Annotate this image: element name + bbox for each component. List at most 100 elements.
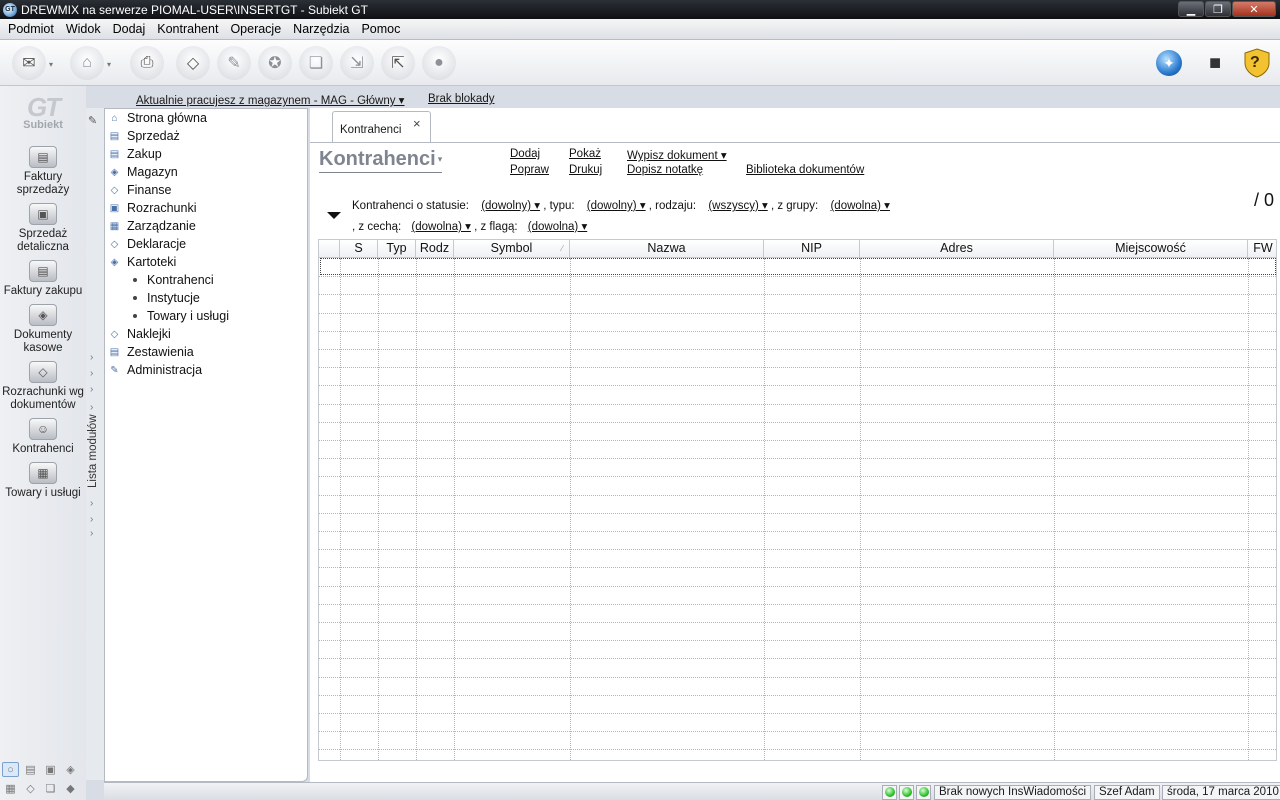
column-header-rodz[interactable]: Rodz [416,240,454,258]
envelope-dropdown-icon[interactable]: ▾ [49,60,53,69]
pin-icon[interactable]: ✎ [88,114,97,127]
menu-operacje[interactable]: Operacje [224,22,287,36]
module-finanse[interactable]: ◇ Finanse [107,181,172,199]
column-header-typ[interactable]: Typ [378,240,416,258]
selected-empty-row[interactable] [320,258,1276,275]
note-icon[interactable]: ✎ [217,46,251,80]
module-naklejki[interactable]: ◇ Naklejki [107,325,171,343]
row-line [319,677,1276,678]
chevron-right-icon[interactable]: › [90,352,93,363]
minimize-button[interactable]: ▁ [1178,1,1204,17]
column-header[interactable] [319,240,340,258]
contractors-table[interactable]: S Typ Rodz Symbol ⁄ Nazwa NIP Adres Miejs… [318,239,1277,761]
column-header-adres[interactable]: Adres [860,240,1054,258]
module-kartoteki[interactable]: ◈ Kartoteki [107,253,177,271]
write-document-button[interactable]: Wypisz dokument ▾ [627,148,727,162]
rail-item-dokumenty-kasowe[interactable]: ◈ Dokumenty kasowe [0,304,86,355]
module-administracja[interactable]: ✎ Administracja [107,361,202,379]
eraser-icon[interactable]: ◇ [176,46,210,80]
messages-status[interactable]: Brak nowych InsWiadomości [934,785,1091,800]
menu-podmiot[interactable]: Podmiot [2,22,60,36]
lock-link[interactable]: Brak blokady [428,93,494,105]
menu-pomoc[interactable]: Pomoc [355,22,406,36]
view-mode-icon[interactable]: ▦ [2,781,19,796]
printer-icon[interactable]: ⎙ [130,46,164,80]
filter-feature-select[interactable]: (dowolna) ▾ [411,221,470,233]
module-list-strip[interactable]: ✎ › › › › › › › Lista modułów [86,108,104,780]
chevron-right-icon[interactable]: › [90,368,93,379]
module-zakup[interactable]: ▤ Zakup [107,145,162,163]
print-button[interactable]: Drukuj [569,164,602,176]
filter-group-select[interactable]: (dowolna) ▾ [830,200,889,212]
menu-widok[interactable]: Widok [60,22,107,36]
tab-kontrahenci[interactable]: Kontrahenci × [332,111,431,143]
menu-narzedzia[interactable]: Narzędzia [287,22,355,36]
menu-dodaj[interactable]: Dodaj [107,22,152,36]
rail-item-rozrachunki[interactable]: ◇ Rozrachunki wg dokumentów [0,361,86,412]
cube-icon[interactable]: ■ [1198,46,1232,80]
view-mode-icon[interactable]: ▣ [42,762,59,777]
menu-kontrahent[interactable]: Kontrahent [151,22,224,36]
module-zestawienia[interactable]: ▤ Zestawienia [107,343,194,361]
stamp-icon[interactable]: ✪ [258,46,292,80]
add-button[interactable]: Dodaj [510,148,540,160]
module-sprzedaz[interactable]: ▤ Sprzedaż [107,127,180,145]
help-icon[interactable]: ? [1240,46,1274,80]
globe-icon[interactable]: ✦ [1152,46,1186,80]
add-note-button[interactable]: Dopisz notatkę [627,164,703,176]
document-library-button[interactable]: Biblioteka dokumentów [746,164,864,176]
folder-dropdown-icon[interactable]: ▾ [107,60,111,69]
chevron-right-icon[interactable]: › [90,402,93,413]
column-header-nip[interactable]: NIP [764,240,860,258]
chevron-right-icon[interactable]: › [90,384,93,395]
rail-item-sprzedaz-detaliczna[interactable]: ▣ Sprzedaż detaliczna [0,203,86,254]
filter-kind-select[interactable]: (wszyscy) ▾ [708,200,767,212]
column-header-nazwa[interactable]: Nazwa [570,240,764,258]
disk-icon[interactable]: ● [422,46,456,80]
folder-icon[interactable]: ⌂ [70,46,104,80]
rail-item-kontrahenci[interactable]: ☺ Kontrahenci [0,418,86,456]
column-header-miejscowosc[interactable]: Miejscowość [1054,240,1248,258]
rail-item-faktury-sprzedazy[interactable]: ▤ Faktury sprzedaży [0,146,86,197]
module-sub-towary[interactable]: Towary i usługi [133,307,229,325]
view-mode-icon[interactable]: ▤ [22,762,39,777]
filter-type-select[interactable]: (dowolny) ▾ [587,200,646,212]
module-rozrachunki[interactable]: ▣ Rozrachunki [107,199,197,217]
filter-row-2: , z cechą: (dowolna) ▾ , z flagą: (dowol… [352,219,587,233]
rail-item-faktury-zakupu[interactable]: ▤ Faktury zakupu [0,260,86,298]
view-mode-icon[interactable]: ◇ [22,781,39,796]
rail-item-towary[interactable]: ▦ Towary i usługi [0,462,86,500]
module-strona-glowna[interactable]: ⌂ Strona główna [107,109,206,127]
close-tab-icon[interactable]: × [413,116,421,131]
collapse-filters-icon[interactable] [327,212,341,219]
module-sub-instytucje[interactable]: Instytucje [133,289,200,307]
module-sub-kontrahenci[interactable]: Kontrahenci [133,271,214,289]
module-sub-label: Towary i usługi [147,309,229,323]
chevron-right-icon[interactable]: › [90,528,93,539]
view-mode-icon[interactable]: ❏ [42,781,59,796]
edit-button[interactable]: Popraw [510,164,549,176]
close-button[interactable]: ✕ [1232,1,1276,17]
column-header-s[interactable]: S [340,240,378,258]
view-mode-icon[interactable]: ○ [2,762,19,777]
filter-status-select[interactable]: (dowolny) ▾ [481,200,540,212]
copy-icon[interactable]: ❏ [299,46,333,80]
import-icon[interactable]: ⇱ [381,46,415,80]
module-magazyn[interactable]: ◈ Magazyn [107,163,178,181]
export-icon[interactable]: ⇲ [340,46,374,80]
view-mode-icon[interactable]: ◈ [62,762,79,777]
module-zarzadzanie[interactable]: ▦ Zarządzanie [107,217,196,235]
row-line [319,276,1276,277]
show-button[interactable]: Pokaż [569,148,601,160]
column-header-symbol[interactable]: Symbol ⁄ [454,240,570,258]
chevron-right-icon[interactable]: › [90,498,93,509]
warehouse-link[interactable]: Aktualnie pracujesz z magazynem - MAG - … [136,93,404,107]
page-title[interactable]: Kontrahenci ▾ [319,148,443,173]
maximize-button[interactable]: ❐ [1205,1,1231,17]
column-header-fw[interactable]: FW [1248,240,1276,258]
filter-flag-select[interactable]: (dowolna) ▾ [528,221,587,233]
module-deklaracje[interactable]: ◇ Deklaracje [107,235,186,253]
chevron-right-icon[interactable]: › [90,514,93,525]
view-mode-icon[interactable]: ◆ [62,781,79,796]
envelope-icon[interactable]: ✉ [12,46,46,80]
